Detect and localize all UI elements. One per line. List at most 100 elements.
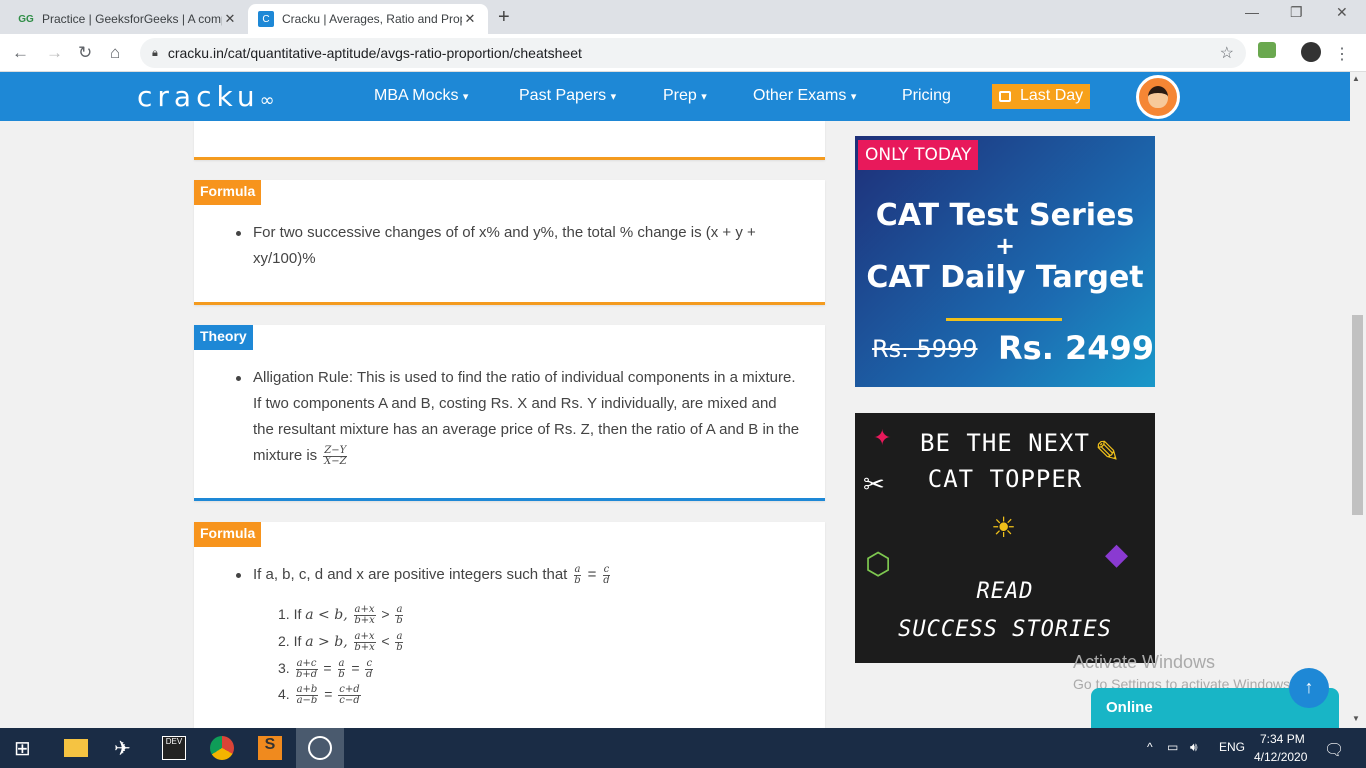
close-tab-icon[interactable]: ✕ — [222, 11, 238, 27]
ad-line-2: CAT TOPPER — [927, 465, 1083, 493]
scroll-down-arrow-icon[interactable]: ▼ — [1352, 714, 1360, 723]
ad-line-4: SUCCESS STORIES — [898, 617, 1112, 642]
chevron-down-icon: ▾ — [701, 91, 707, 103]
volume-icon[interactable]: 🔊︎ — [1190, 740, 1198, 755]
language-indicator[interactable]: ENG — [1219, 740, 1245, 754]
address-toolbar: ← → ↻ ⌂ 🔒︎ cracku.in/cat/quantitative-ap… — [0, 34, 1366, 72]
fraction: ab — [573, 563, 582, 586]
devcpp-icon[interactable]: DEV — [162, 736, 186, 760]
fraction: ab — [337, 657, 346, 680]
cracku-favicon: C — [258, 11, 274, 27]
app-icon[interactable]: ✈ — [114, 736, 138, 760]
clock-time[interactable]: 7:34 PM — [1260, 732, 1305, 746]
theory-text: Alligation Rule: This is used to find th… — [236, 365, 801, 469]
profile-icon[interactable] — [1301, 42, 1321, 62]
tab-title: Cracku | Averages, Ratio and Prop — [282, 12, 462, 26]
nav-past-papers[interactable]: Past Papers ▾ — [519, 87, 616, 105]
fraction: a+c b+d — [295, 657, 318, 680]
clock-date[interactable]: 4/12/2020 — [1254, 750, 1307, 764]
cracku-logo[interactable]: cracku∞ — [137, 80, 275, 113]
scroll-up-arrow-icon[interactable]: ▲ — [1352, 74, 1360, 83]
lock-icon: 🔒︎ — [152, 46, 158, 59]
list-item: 1. If a < b, a+x b+x > ab — [278, 603, 404, 626]
sublime-icon[interactable]: S — [258, 736, 282, 760]
old-price: Rs. 5999 — [872, 335, 978, 363]
ad-line-1: BE THE NEXT — [920, 429, 1090, 457]
fraction: a+x b+x — [353, 630, 376, 653]
lightbulb-icon: ☀ — [991, 512, 1017, 543]
nav-other-exams[interactable]: Other Exams ▾ — [753, 87, 856, 105]
nav-prep[interactable]: Prep ▾ — [663, 87, 707, 105]
url-bar[interactable]: 🔒︎ cracku.in/cat/quantitative-aptitude/a… — [140, 38, 1246, 68]
chrome-icon[interactable] — [210, 736, 234, 760]
formula-sublist: 1. If a < b, a+x b+x > ab 2. If a > b, a+… — [278, 601, 405, 707]
ad-divider — [946, 318, 1062, 321]
formula-text: If a, b, c, d and x are positive integer… — [236, 562, 796, 588]
ad-plus: + — [994, 232, 1016, 260]
formula-card-1: Formula For two successive changes of of… — [194, 180, 825, 305]
ad-line-1: CAT Test Series — [875, 198, 1135, 233]
windows-start-icon[interactable]: ⊞ — [14, 736, 38, 760]
scroll-to-top-button[interactable]: ↑ — [1289, 668, 1329, 708]
windows-taskbar: ⊞ ✈ DEV S ^ ▭ 🔊︎ ENG 7:34 PM 4/12/2020 🗨… — [0, 728, 1366, 768]
photos-icon[interactable] — [308, 736, 332, 760]
geeksforgeeks-icon: GG — [18, 13, 34, 25]
success-stories-ad[interactable]: ✦ ✂ ✎ BE THE NEXT CAT TOPPER ☀ ⬡ ◆ READ … — [855, 413, 1155, 663]
reload-icon[interactable]: ↻ — [78, 43, 92, 63]
tray-chevron-icon[interactable]: ^ — [1147, 740, 1153, 754]
chevron-down-icon: ▾ — [462, 91, 469, 103]
tab-cracku[interactable]: C Cracku | Averages, Ratio and Prop ✕ — [248, 4, 488, 34]
bookmark-star-icon[interactable]: ☆ — [1220, 43, 1234, 63]
network-icon[interactable]: ▭ — [1167, 740, 1178, 754]
calendar-icon — [999, 91, 1011, 102]
fraction: cd — [365, 657, 374, 680]
site-header: cracku∞ MBA Mocks ▾ Past Papers ▾ Prep ▾… — [0, 72, 1350, 121]
back-icon[interactable]: ← — [12, 43, 29, 63]
fraction: cd — [602, 563, 611, 586]
chevron-down-icon: ▾ — [610, 91, 617, 103]
list-item: 3. a+c b+d = ab = cd — [278, 657, 374, 680]
fraction: c+d c−d — [338, 683, 361, 706]
home-icon[interactable]: ⌂ — [110, 43, 120, 63]
avatar-face-icon — [1148, 86, 1168, 108]
new-price: Rs. 2499 — [998, 329, 1155, 367]
tab-geeksforgeeks[interactable]: GG Practice | GeeksforGeeks | A comp ✕ — [8, 4, 248, 34]
box-icon: ◆ — [1105, 538, 1129, 571]
nav-mba-mocks[interactable]: MBA Mocks ▾ — [374, 87, 468, 105]
chevron-down-icon: ▾ — [850, 91, 857, 103]
ad-line-3: READ — [976, 579, 1034, 604]
forward-icon[interactable]: → — [46, 43, 63, 63]
cat-test-series-ad[interactable]: ONLY TODAY CAT Test Series + CAT Daily T… — [855, 136, 1155, 387]
list-item: 2. If a > b, a+x b+x < ab — [278, 630, 404, 653]
restore-icon[interactable]: ❐ — [1290, 4, 1303, 21]
new-tab-button[interactable]: + — [498, 6, 510, 29]
theory-card: Theory Alligation Rule: This is used to … — [194, 325, 825, 501]
formula-card-2: Formula If a, b, c, d and x are positive… — [194, 522, 825, 728]
url-text: cracku.in/cat/quantitative-aptitude/avgs… — [167, 45, 582, 61]
theory-tag: Theory — [194, 325, 253, 350]
close-tab-icon[interactable]: ✕ — [462, 11, 478, 27]
notifications-icon[interactable]: 🗨︎ — [1324, 740, 1344, 760]
list-item: 4. a+b a−b = c+d c−d — [278, 683, 361, 706]
extension-icon[interactable] — [1258, 42, 1276, 58]
compass-icon: ⬡ — [865, 548, 892, 581]
user-avatar[interactable] — [1136, 75, 1180, 119]
fraction: a+b a−b — [295, 683, 319, 706]
nav-pricing[interactable]: Pricing — [902, 87, 951, 105]
minimize-icon[interactable]: — — [1245, 4, 1259, 20]
ratio-fraction: Z−Y X−Z — [323, 444, 348, 467]
last-day-button[interactable]: Last Day — [992, 84, 1090, 109]
formula-tag: Formula — [194, 180, 262, 205]
formula-tag: Formula — [194, 522, 262, 547]
file-explorer-icon[interactable] — [64, 739, 88, 757]
fraction: a+x b+x — [353, 603, 376, 626]
browser-menu-icon[interactable]: ⋮ — [1334, 44, 1350, 64]
fraction: ab — [395, 603, 404, 626]
browser-tab-bar: GG Practice | GeeksforGeeks | A comp ✕ C… — [0, 0, 1366, 34]
only-today-badge: ONLY TODAY — [858, 140, 979, 170]
tab-title: Practice | GeeksforGeeks | A comp — [42, 12, 222, 26]
formula-text: For two successive changes of of x% and … — [236, 220, 756, 272]
scrollbar-thumb[interactable] — [1352, 315, 1363, 515]
glasses-icon: ∞ — [259, 90, 275, 111]
window-close-icon[interactable]: ✕ — [1336, 4, 1348, 21]
